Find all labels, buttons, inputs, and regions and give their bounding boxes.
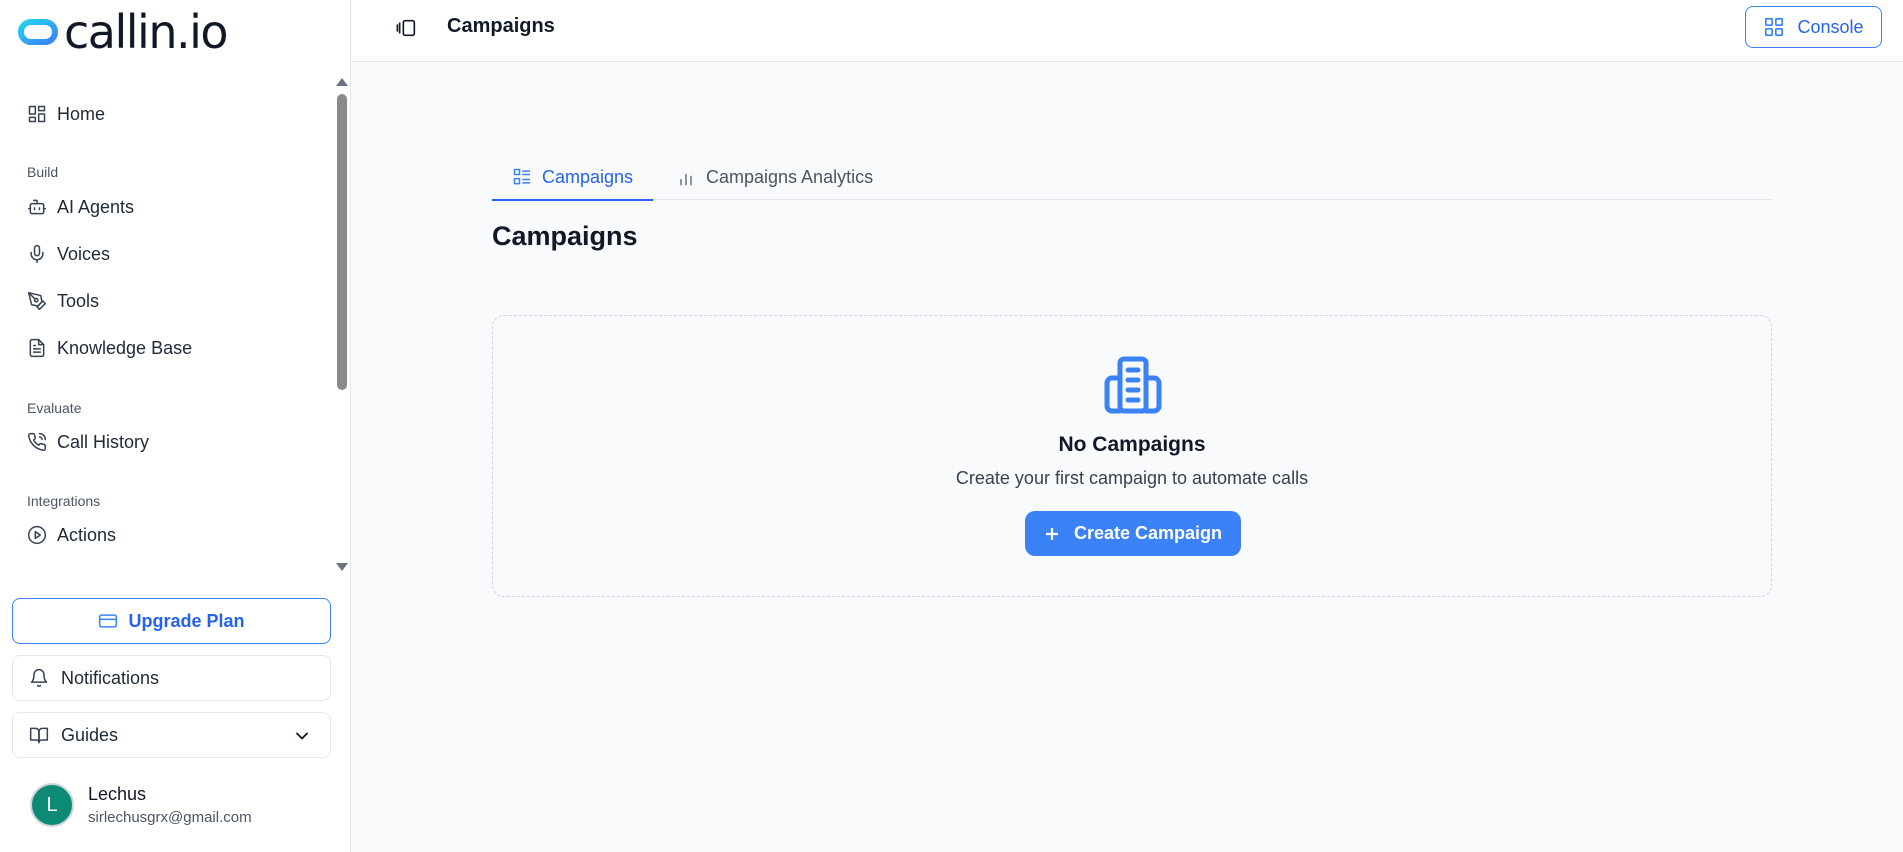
plus-icon <box>1045 527 1058 540</box>
scroll-down-arrow[interactable] <box>336 563 348 571</box>
section-integrations: Integrations <box>27 493 101 509</box>
sidebar-toggle-button[interactable] <box>396 17 418 39</box>
page-title: Campaigns <box>492 221 638 251</box>
user-info: Lechus sirlechusgrx@gmail.com <box>88 784 252 826</box>
tabs: Campaigns Campaigns Analytics <box>492 155 1772 201</box>
sidebar-item-label: Call History <box>57 431 150 452</box>
avatar: L <box>30 783 74 827</box>
pen-tool-icon <box>27 291 47 311</box>
sidebar-item-voices[interactable]: Voices <box>27 239 110 269</box>
user-email: sirlechusgrx@gmail.com <box>88 809 252 826</box>
guides-button[interactable]: Guides <box>12 712 331 758</box>
bell-icon <box>30 668 48 688</box>
sidebar: callin.io Home Build AI Agents Voices To… <box>0 0 351 852</box>
credit-card-icon <box>99 614 118 628</box>
user-name: Lechus <box>88 784 147 804</box>
guides-label: Guides <box>61 724 119 745</box>
notifications-button[interactable]: Notifications <box>12 655 331 701</box>
sidebar-item-label: AI Agents <box>57 196 135 217</box>
logo-text: callin.io <box>64 5 229 59</box>
top-header: Campaigns Console <box>352 0 1903 62</box>
console-button[interactable]: Console <box>1745 6 1882 48</box>
sidebar-item-home[interactable]: Home <box>27 99 105 129</box>
notifications-label: Notifications <box>61 667 160 688</box>
chevron-down-icon <box>296 732 308 740</box>
play-circle-icon <box>27 525 47 545</box>
sidebar-item-call-history[interactable]: Call History <box>27 427 149 457</box>
sidebar-item-label: Home <box>57 103 106 124</box>
grid-icon <box>1765 17 1784 37</box>
bar-chart-icon <box>680 173 692 185</box>
tab-campaigns[interactable]: Campaigns <box>492 155 654 201</box>
logo[interactable]: callin.io <box>18 5 229 59</box>
logo-mark-icon <box>18 19 58 45</box>
create-campaign-label: Create Campaign <box>1073 523 1223 543</box>
document-icon <box>29 338 45 358</box>
scroll-up-arrow[interactable] <box>336 78 348 86</box>
page-header-title: Campaigns <box>447 15 555 37</box>
sidebar-item-label: Knowledge Base <box>57 337 193 358</box>
console-label: Console <box>1797 16 1864 37</box>
tab-campaigns-analytics[interactable]: Campaigns Analytics <box>656 155 893 200</box>
section-evaluate: Evaluate <box>27 400 82 416</box>
sidebar-item-actions[interactable]: Actions <box>27 520 116 550</box>
bot-icon <box>27 199 47 215</box>
empty-state-subtitle: Create your first campaign to automate c… <box>955 468 1309 488</box>
create-campaign-button[interactable]: Create Campaign <box>1025 511 1241 556</box>
building-icon <box>1104 356 1162 414</box>
panel-left-icon <box>396 19 416 37</box>
phone-icon <box>28 432 47 451</box>
upgrade-plan-label: Upgrade Plan <box>128 610 245 631</box>
empty-state-title: No Campaigns <box>1058 433 1206 456</box>
grid-icon <box>28 105 46 123</box>
sidebar-item-label: Voices <box>57 243 111 264</box>
sidebar-item-label: Tools <box>57 290 100 311</box>
tab-label: Campaigns Analytics <box>706 167 874 187</box>
sidebar-item-knowledge-base[interactable]: Knowledge Base <box>27 333 192 363</box>
book-open-icon <box>29 727 49 744</box>
sidebar-nav: Home Build AI Agents Voices Tools Knowle… <box>0 74 351 576</box>
sidebar-item-label: Actions <box>57 524 117 545</box>
scrollbar-thumb[interactable] <box>337 94 347 390</box>
section-build: Build <box>27 164 59 180</box>
sidebar-item-tools[interactable]: Tools <box>27 286 99 316</box>
user-profile[interactable]: L Lechus sirlechusgrx@gmail.com <box>30 783 252 827</box>
sidebar-item-ai-agents[interactable]: AI Agents <box>27 192 134 222</box>
empty-state-card: No Campaigns Create your first campaign … <box>492 315 1772 597</box>
upgrade-plan-button[interactable]: Upgrade Plan <box>12 598 331 644</box>
list-icon <box>513 168 531 185</box>
mic-icon <box>30 244 44 264</box>
tab-label: Campaigns <box>542 166 634 187</box>
